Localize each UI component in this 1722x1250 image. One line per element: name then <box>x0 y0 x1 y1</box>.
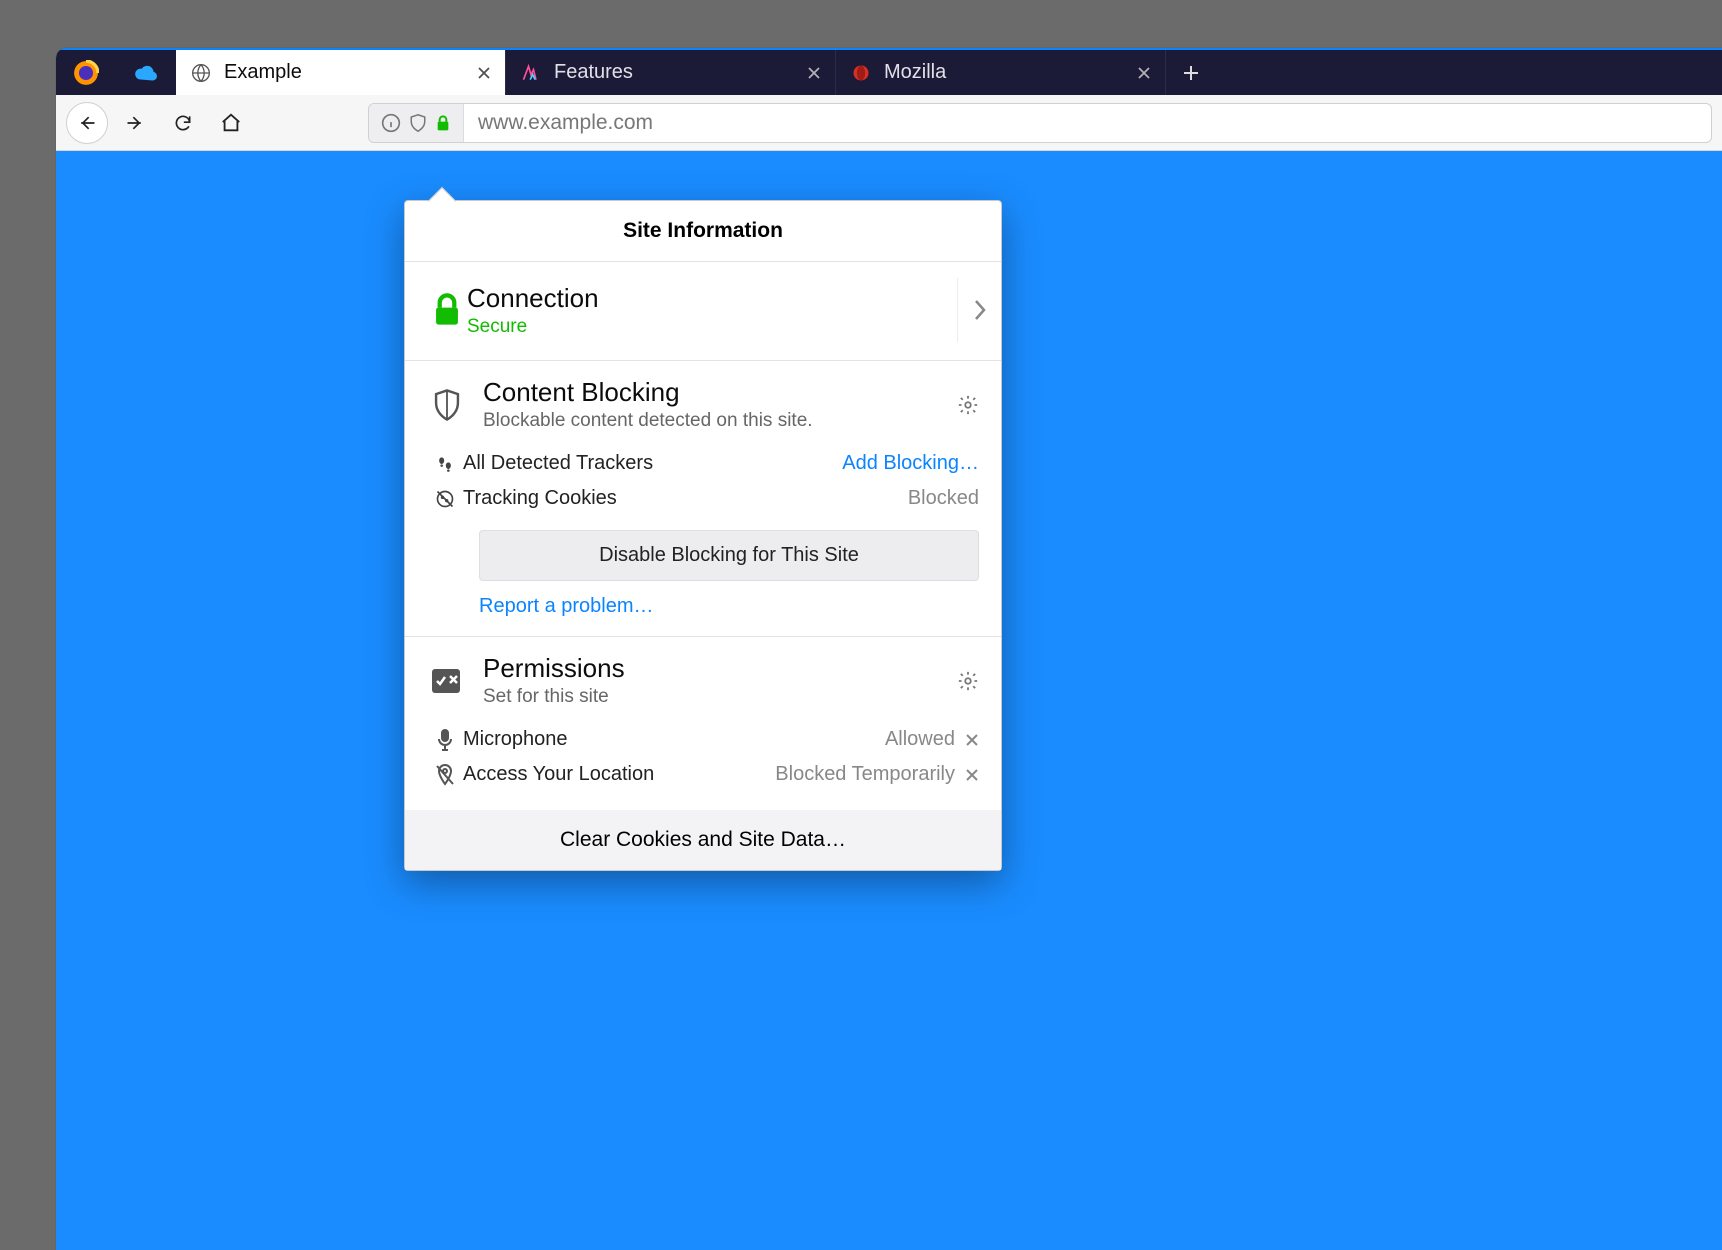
identity-box[interactable] <box>369 104 464 142</box>
gear-icon[interactable] <box>957 394 979 416</box>
reload-button[interactable] <box>162 102 204 144</box>
gear-icon[interactable] <box>957 670 979 692</box>
shield-icon <box>409 113 427 133</box>
connection-status: Secure <box>467 316 957 338</box>
blocking-item: All Detected Trackers Add Blocking… <box>427 446 979 481</box>
remove-permission-icon[interactable] <box>965 768 979 782</box>
nav-toolbar: www.example.com <box>56 95 1722 151</box>
lock-icon <box>427 293 467 327</box>
permissions-title: Permissions <box>483 653 941 684</box>
cookie-blocked-icon <box>427 489 463 509</box>
url-bar[interactable]: www.example.com <box>368 103 1712 143</box>
item-label: Tracking Cookies <box>463 487 908 510</box>
cloud-icon[interactable] <box>116 50 176 95</box>
permissions-icon <box>427 667 467 695</box>
item-label: Access Your Location <box>463 763 775 786</box>
mozilla-icon <box>850 62 872 84</box>
item-label: Microphone <box>463 728 885 751</box>
tab-title: Mozilla <box>884 61 1125 84</box>
permission-item: Access Your Location Blocked Temporarily <box>427 757 979 792</box>
remove-permission-icon[interactable] <box>965 733 979 747</box>
footprints-icon <box>427 454 463 474</box>
item-label: All Detected Trackers <box>463 452 842 475</box>
tab-title: Example <box>224 61 465 84</box>
blocking-title: Content Blocking <box>483 377 941 408</box>
panel-title: Site Information <box>405 201 1001 262</box>
permissions-section: Permissions Set for this site Microphone… <box>405 637 1001 810</box>
close-icon[interactable] <box>477 66 491 80</box>
item-status: Blocked <box>908 487 979 510</box>
report-problem-link[interactable]: Report a problem… <box>479 595 979 618</box>
tab-example[interactable]: Example <box>176 50 506 95</box>
connection-section[interactable]: Connection Secure <box>405 262 1001 361</box>
info-icon <box>381 113 401 133</box>
location-blocked-icon <box>427 764 463 786</box>
lock-icon <box>435 114 451 132</box>
blocking-subtitle: Blockable content detected on this site. <box>483 410 941 432</box>
permission-item: Microphone Allowed <box>427 722 979 757</box>
microphone-icon <box>427 729 463 751</box>
blocking-section: Content Blocking Blockable content detec… <box>405 361 1001 637</box>
tab-title: Features <box>554 61 795 84</box>
tab-mozilla[interactable]: Mozilla <box>836 50 1166 95</box>
tab-strip: Example Features Mozilla <box>56 48 1722 95</box>
forward-button[interactable] <box>114 102 156 144</box>
blocking-item: Tracking Cookies Blocked <box>427 481 979 516</box>
site-info-panel: Site Information Connection Secure Conte… <box>404 200 1002 871</box>
globe-icon <box>190 62 212 84</box>
item-status: Allowed <box>885 728 955 751</box>
permissions-subtitle: Set for this site <box>483 686 941 708</box>
connection-title: Connection <box>467 283 957 314</box>
disable-blocking-button[interactable]: Disable Blocking for This Site <box>479 530 979 581</box>
item-status: Blocked Temporarily <box>775 763 955 786</box>
shield-icon <box>427 388 467 422</box>
back-button[interactable] <box>66 102 108 144</box>
url-text: www.example.com <box>464 111 667 135</box>
features-icon <box>520 62 542 84</box>
firefox-icon[interactable] <box>56 50 116 95</box>
close-icon[interactable] <box>807 66 821 80</box>
home-button[interactable] <box>210 102 252 144</box>
chevron-right-icon[interactable] <box>957 278 1001 342</box>
browser-window: Example Features Mozilla <box>56 48 1722 1250</box>
close-icon[interactable] <box>1137 66 1151 80</box>
tab-features[interactable]: Features <box>506 50 836 95</box>
new-tab-button[interactable] <box>1166 50 1216 95</box>
clear-data-button[interactable]: Clear Cookies and Site Data… <box>405 810 1001 870</box>
add-blocking-link[interactable]: Add Blocking… <box>842 452 979 475</box>
